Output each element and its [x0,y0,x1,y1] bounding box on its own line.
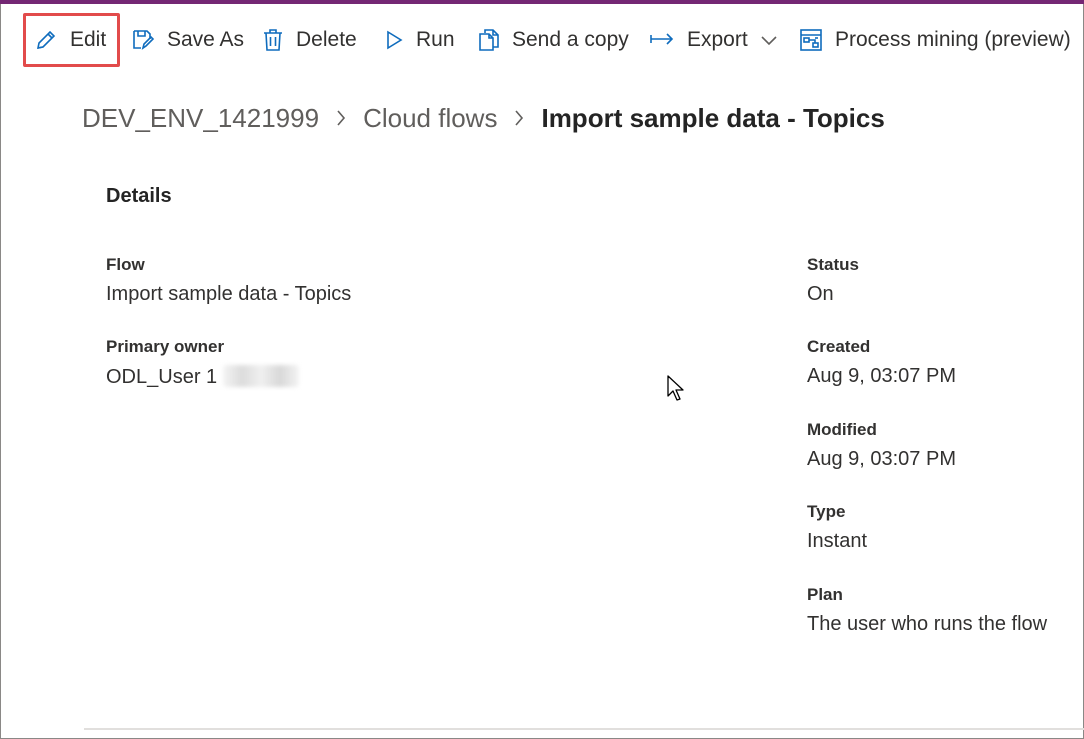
modified-value: Aug 9, 03:07 PM [807,448,956,470]
chevron-right-icon [335,108,347,128]
breadcrumb-cloud-flows[interactable]: Cloud flows [363,103,497,134]
modified-field: Modified Aug 9, 03:07 PM [807,418,956,471]
play-icon [384,28,416,52]
save-as-button[interactable]: Save As [131,14,244,66]
plan-field: Plan The user who runs the flow [807,583,1047,636]
status-label: Status [807,255,859,274]
trash-icon [262,28,296,52]
mouse-pointer-icon [666,374,686,407]
send-copy-label: Send a copy [512,28,629,51]
details-heading: Details [106,185,172,207]
run-label: Run [416,28,455,51]
process-mining-label: Process mining (preview) [835,28,1071,51]
chevron-down-icon [760,34,790,46]
process-mining-button[interactable]: Process mining (preview) [799,14,1071,66]
delete-button[interactable]: Delete [262,14,357,66]
type-field: Type Instant [807,500,867,553]
owner-value: ODL_User 1 [106,366,218,388]
top-accent-bar [0,0,1084,4]
export-label: Export [687,28,748,51]
status-field: Status On [807,253,859,306]
delete-label: Delete [296,28,357,51]
process-mining-icon [799,28,835,52]
flow-label: Flow [106,255,145,274]
created-field: Created Aug 9, 03:07 PM [807,335,956,388]
export-arrow-icon [649,28,687,52]
breadcrumb-current: Import sample data - Topics [541,102,885,133]
flow-field: Flow Import sample data - Topics [106,253,351,306]
plan-value: The user who runs the flow [807,613,1048,635]
edit-highlight-box [23,13,120,67]
breadcrumb: DEV_ENV_1421999 Cloud flows Import sampl… [82,98,885,138]
owner-field: Primary owner ODL_User 1 [106,335,300,389]
command-bar: Edit Save As Delete Run Send a copy Expo… [0,14,1084,66]
copy-icon [478,28,512,52]
created-value: Aug 9, 03:07 PM [807,365,956,387]
type-label: Type [807,502,846,521]
status-value: On [807,283,834,305]
run-button[interactable]: Run [384,14,455,66]
save-as-label: Save As [167,28,245,51]
chevron-right-icon [513,108,525,128]
export-button[interactable]: Export [649,14,790,66]
flow-value: Import sample data - Topics [106,283,352,305]
owner-label: Primary owner [106,337,225,356]
bottom-divider [84,728,1084,730]
save-as-icon [131,28,167,52]
plan-label: Plan [807,585,843,604]
owner-value-row: ODL_User 1 [106,365,300,389]
redacted-blur [223,365,300,387]
breadcrumb-environment[interactable]: DEV_ENV_1421999 [82,103,319,134]
modified-label: Modified [807,420,877,439]
send-copy-button[interactable]: Send a copy [478,14,629,66]
created-label: Created [807,337,871,356]
type-value: Instant [807,530,868,552]
